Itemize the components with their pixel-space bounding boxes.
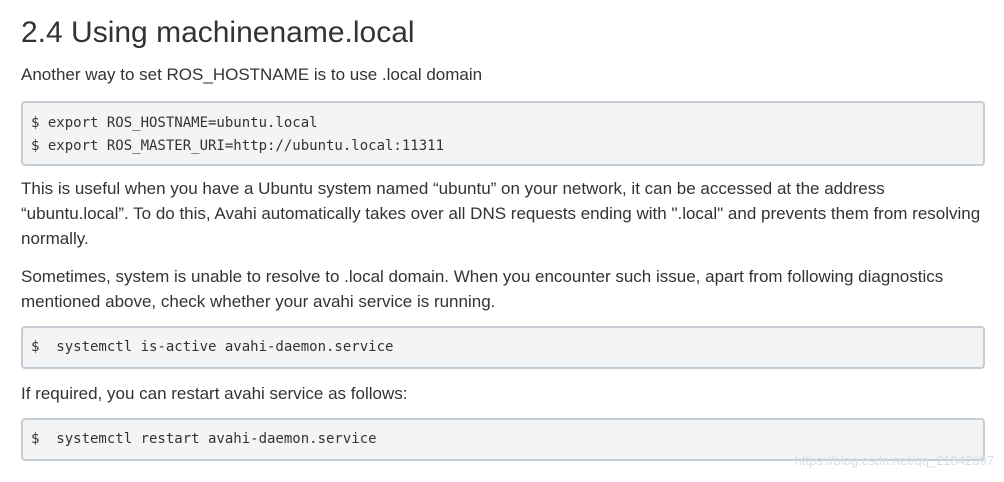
article-content: 2.4 Using machinename.local Another way … <box>21 0 985 461</box>
code-line-restart: $ systemctl restart avahi-daemon.service <box>31 431 377 447</box>
code-line-ros-master-uri: $ export ROS_MASTER_URI=http://ubuntu.lo… <box>31 138 445 154</box>
paragraph-useful: This is useful when you have a Ubuntu sy… <box>21 179 981 248</box>
paragraph-restart: If required, you can restart avahi servi… <box>21 384 408 403</box>
code-line-ros-hostname: $ export ROS_HOSTNAME=ubuntu.local <box>31 115 318 131</box>
code-block-is-active[interactable]: $ systemctl is-active avahi-daemon.servi… <box>21 326 985 369</box>
watermark: https://blog.csdn.net/qq_21842097 <box>794 453 995 468</box>
section-heading: 2.4 Using machinename.local <box>21 16 415 49</box>
intro-paragraph: Another way to set ROS_HOSTNAME is to us… <box>21 65 483 84</box>
code-line-is-active: $ systemctl is-active avahi-daemon.servi… <box>31 339 394 355</box>
code-block-export[interactable]: $ export ROS_HOSTNAME=ubuntu.local $ exp… <box>21 101 985 166</box>
paragraph-sometimes: Sometimes, system is unable to resolve t… <box>21 267 944 311</box>
